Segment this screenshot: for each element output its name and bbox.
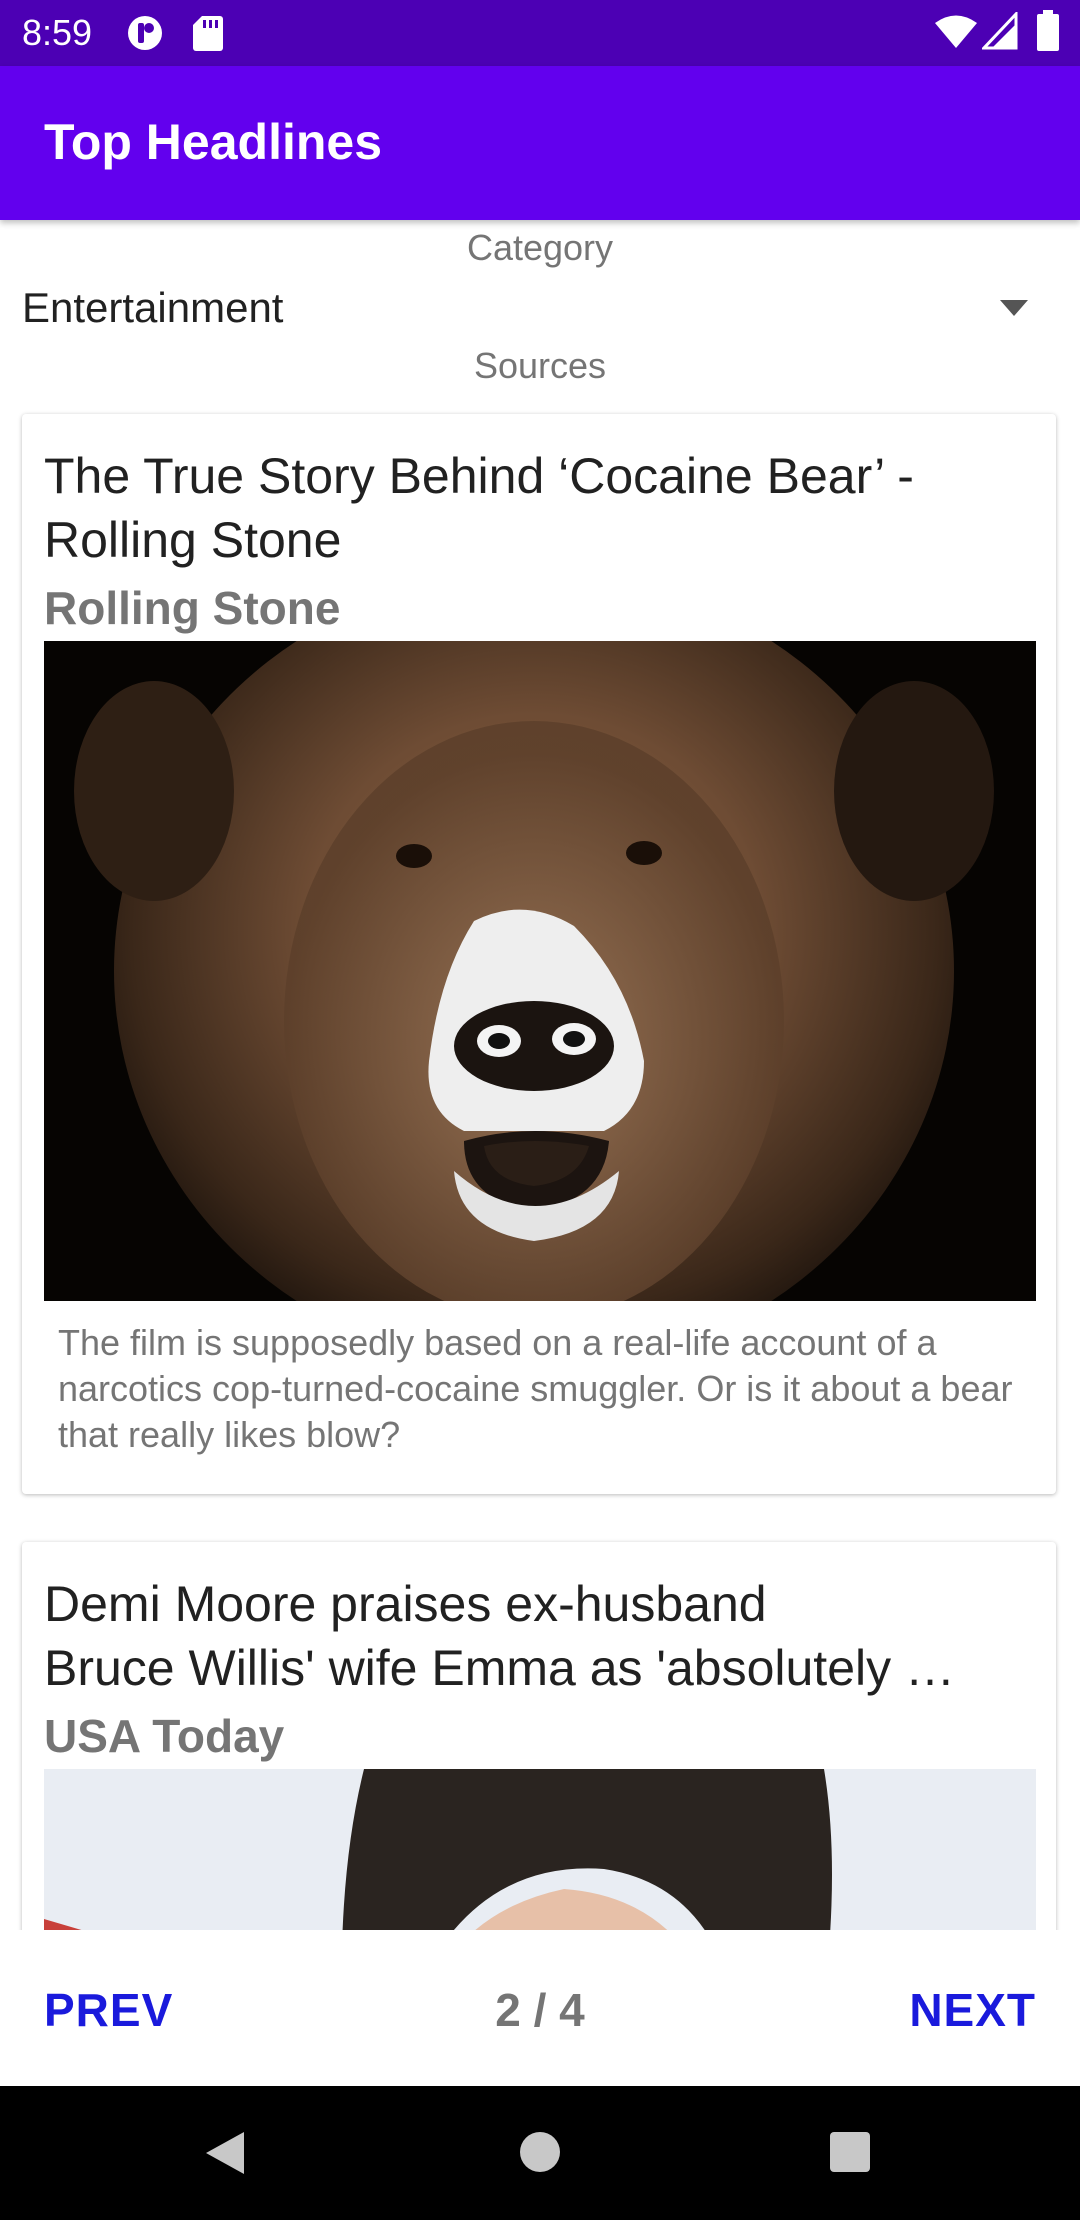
- article-image: [44, 641, 1036, 1301]
- app-title: Top Headlines: [44, 114, 383, 170]
- article-title-line: Bruce Willis' wife Emma as 'absolutely …: [44, 1640, 956, 1696]
- article-description: The film is supposedly based on a real-l…: [58, 1322, 1013, 1455]
- privacy-dot-icon: [128, 16, 162, 50]
- back-icon[interactable]: [200, 2128, 250, 2178]
- category-label: Category: [466, 227, 614, 268]
- status-time: 8:59: [22, 12, 93, 53]
- article-title: Demi Moore praises ex-husband Bruce Will…: [44, 1572, 1044, 1700]
- app-bar: Top Headlines: [0, 66, 1080, 220]
- category-spinner[interactable]: Entertainment: [0, 276, 1080, 340]
- dropdown-arrow-icon: [1000, 300, 1028, 316]
- article-source: USA Today: [44, 1710, 285, 1762]
- home-icon[interactable]: [518, 2130, 562, 2174]
- article-source: Rolling Stone: [44, 582, 341, 634]
- article-title-line: Demi Moore praises ex-husband: [44, 1576, 767, 1632]
- navigation-bar: [0, 2086, 1080, 2220]
- next-button[interactable]: NEXT: [909, 1982, 1036, 2038]
- signal-icon: [982, 12, 1018, 50]
- sources-label[interactable]: Sources: [0, 342, 1080, 390]
- wifi-icon: [935, 15, 977, 48]
- article-card[interactable]: The True Story Behind ‘Cocaine Bear’ - R…: [22, 414, 1056, 1494]
- article-feed[interactable]: The True Story Behind ‘Cocaine Bear’ - R…: [0, 400, 1080, 1930]
- battery-icon: [1037, 10, 1059, 51]
- status-bar: 8:59: [0, 0, 1080, 66]
- category-selected-value: Entertainment: [22, 284, 284, 331]
- pager: PREV 2 / 4 NEXT: [0, 1930, 1080, 2086]
- article-title: The True Story Behind ‘Cocaine Bear’ - R…: [44, 444, 1044, 572]
- recents-icon[interactable]: [828, 2130, 872, 2174]
- article-title-line: Rolling Stone: [44, 512, 342, 568]
- sd-card-icon: [193, 16, 223, 51]
- article-title-line: The True Story Behind ‘Cocaine Bear’ -: [44, 448, 914, 504]
- article-image: [44, 1769, 1036, 1930]
- article-card[interactable]: Demi Moore praises ex-husband Bruce Will…: [22, 1542, 1056, 1930]
